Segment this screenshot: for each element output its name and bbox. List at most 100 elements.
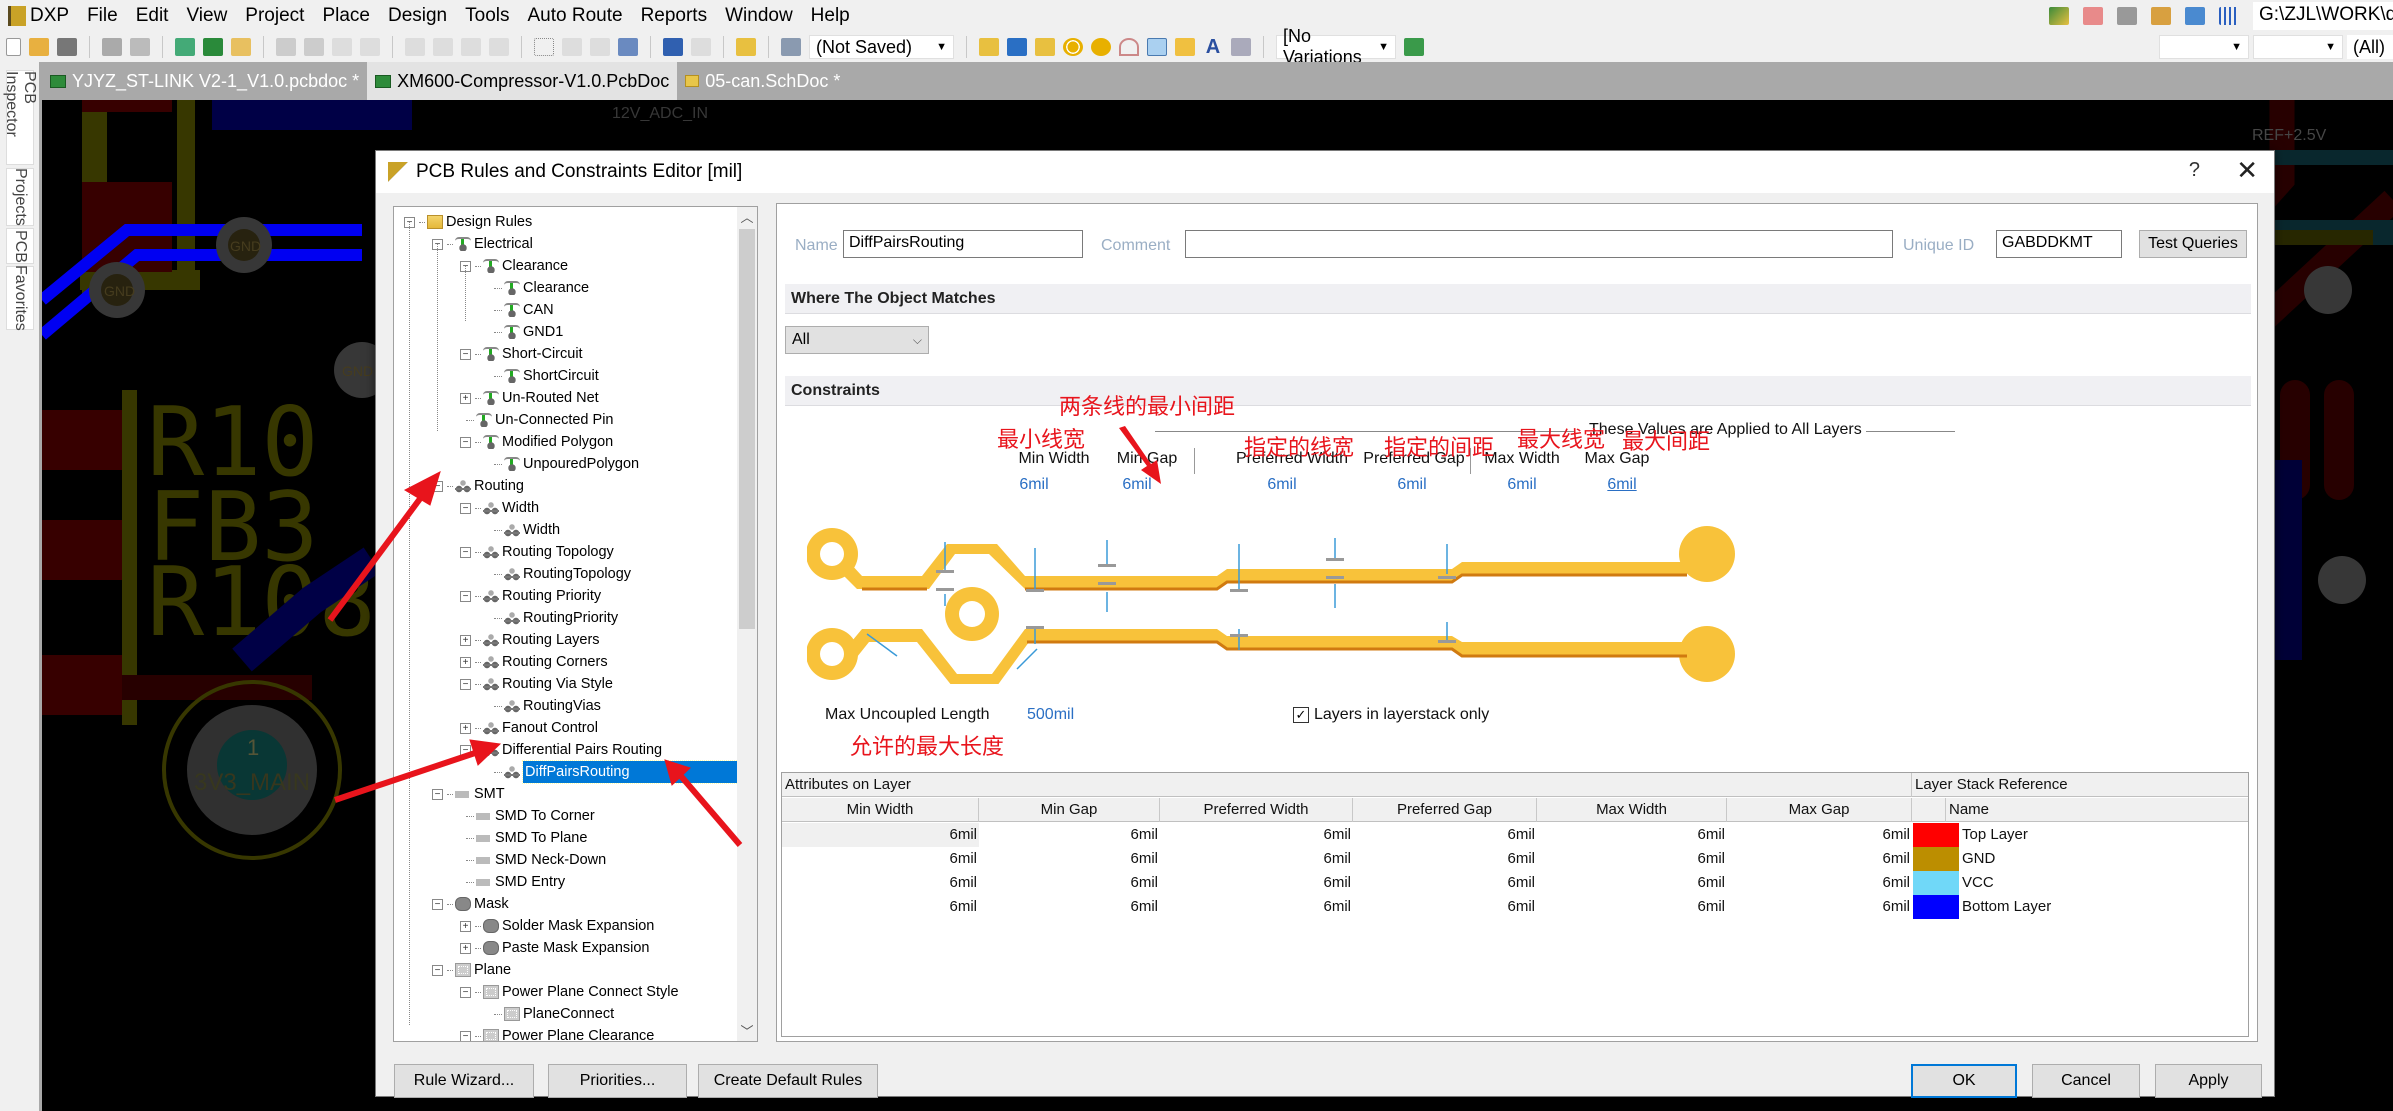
undo-icon[interactable] <box>663 38 683 56</box>
min-width-value[interactable]: 6mil <box>1009 476 1059 494</box>
tree-node[interactable]: ShortCircuit <box>494 365 599 387</box>
find-icon[interactable] <box>2117 7 2137 25</box>
tree-node[interactable]: − Routing Via Style <box>460 673 613 695</box>
multi-route-icon[interactable] <box>1035 38 1055 56</box>
tree-node[interactable]: − Modified Polygon <box>460 431 613 453</box>
tree-node[interactable]: RoutingPriority <box>494 607 618 629</box>
doc-tab-xm600[interactable]: XM600-Compressor-V1.0.PcbDoc <box>367 62 678 100</box>
menu-view[interactable]: View <box>177 5 236 27</box>
expand-icon[interactable]: + <box>460 942 471 954</box>
tree-node[interactable]: RoutingVias <box>494 695 601 717</box>
collapse-icon[interactable]: − <box>460 502 471 514</box>
tree-node[interactable]: − Clearance <box>460 255 568 277</box>
apply-button[interactable]: Apply <box>2155 1064 2262 1098</box>
tree-node[interactable]: SMD To Plane <box>466 827 587 849</box>
tree-node[interactable]: + Solder Mask Expansion <box>460 915 654 937</box>
component-icon[interactable] <box>1231 38 1251 56</box>
filter-combo-3[interactable]: (All) <box>2347 35 2393 59</box>
help-button[interactable]: ? <box>2189 159 2200 182</box>
col-min-width[interactable]: Min Width <box>782 798 979 822</box>
tree-node[interactable]: − Power Plane Connect Style <box>460 981 679 1003</box>
max-uncoupled-value[interactable]: 500mil <box>1027 706 1074 724</box>
deselect-icon[interactable] <box>590 38 610 56</box>
tree-node[interactable]: GND1 <box>494 321 563 343</box>
preferred-width-value[interactable]: 6mil <box>1257 476 1307 494</box>
doc-tab-can-sch[interactable]: 05-can.SchDoc * <box>677 62 848 100</box>
table-cell[interactable]: 6mil <box>979 871 1160 895</box>
rules-icon[interactable] <box>2049 7 2069 25</box>
tree-node[interactable]: − Short-Circuit <box>460 343 583 365</box>
table-row[interactable]: 6mil 6mil 6mil 6mil 6mil 6mil Bottom Layer <box>782 895 2248 919</box>
table-cell[interactable]: 6mil <box>1727 871 1912 895</box>
tree-node[interactable]: − SMT <box>432 783 505 805</box>
table-cell[interactable]: 6mil <box>1537 871 1727 895</box>
table-row[interactable]: 6mil 6mil 6mil 6mil 6mil 6mil Top Layer <box>782 823 2248 847</box>
table-cell[interactable]: 6mil <box>1353 895 1537 919</box>
expand-icon[interactable]: + <box>460 634 471 646</box>
tree-node[interactable]: SMD Entry <box>466 871 565 893</box>
menu-tools[interactable]: Tools <box>456 5 518 27</box>
collapse-icon[interactable]: − <box>460 436 471 448</box>
save-icon[interactable] <box>57 38 77 56</box>
tree-node[interactable]: Width <box>494 519 560 541</box>
copy-icon[interactable] <box>433 38 453 56</box>
col-max-width[interactable]: Max Width <box>1537 798 1727 822</box>
expand-icon[interactable]: + <box>460 656 471 668</box>
test-queries-button[interactable]: Test Queries <box>2139 230 2247 258</box>
col-max-gap[interactable]: Max Gap <box>1727 798 1912 822</box>
table-cell[interactable]: 6mil <box>782 847 979 871</box>
redo-icon[interactable] <box>691 38 711 56</box>
menu-auto-route[interactable]: Auto Route <box>518 5 631 27</box>
table-cell[interactable]: 6mil <box>1160 895 1353 919</box>
tree-node[interactable]: DiffPairsRouting <box>494 760 757 784</box>
table-cell[interactable]: 6mil <box>979 895 1160 919</box>
tree-scrollbar[interactable]: ︿ ﹀ <box>737 207 757 1041</box>
table-row[interactable]: 6mil 6mil 6mil 6mil 6mil 6mil VCC <box>782 871 2248 895</box>
menu-file[interactable]: File <box>78 5 127 27</box>
string-icon[interactable]: A <box>1203 37 1223 57</box>
tree-node[interactable]: RoutingTopology <box>494 563 631 585</box>
comment-input[interactable] <box>1185 230 1893 258</box>
tree-node[interactable]: − Power Plane Clearance <box>460 1025 654 1041</box>
zoom-area-icon[interactable] <box>304 38 324 56</box>
menu-place[interactable]: Place <box>313 5 379 27</box>
table-cell[interactable]: 6mil <box>1353 847 1537 871</box>
tree-node[interactable]: Un-Connected Pin <box>466 409 614 431</box>
arc-icon[interactable] <box>1119 38 1139 56</box>
tree-node[interactable]: − Routing Priority <box>460 585 601 607</box>
table-cell[interactable]: 6mil <box>1353 871 1537 895</box>
table-cell[interactable]: 6mil <box>1160 823 1353 847</box>
cancel-button[interactable]: Cancel <box>2032 1064 2140 1098</box>
menu-project[interactable]: Project <box>236 5 313 27</box>
table-cell[interactable]: 6mil <box>1727 895 1912 919</box>
polygon-icon[interactable] <box>1175 38 1195 56</box>
expand-icon[interactable]: + <box>460 920 471 932</box>
filter-combo-2[interactable]: ▼ <box>2253 35 2343 59</box>
create-default-rules-button[interactable]: Create Default Rules <box>698 1064 878 1098</box>
collapse-icon[interactable]: − <box>460 1030 471 1041</box>
zoom-filtered-icon[interactable] <box>360 38 380 56</box>
rule-name-input[interactable]: DiffPairsRouting <box>843 230 1083 258</box>
open-icon[interactable] <box>29 38 49 56</box>
tree-node[interactable]: − Differential Pairs Routing <box>460 739 662 761</box>
tree-node[interactable]: − Mask <box>432 893 509 915</box>
table-cell[interactable]: 6mil <box>1160 847 1353 871</box>
preferred-gap-value[interactable]: 6mil <box>1387 476 1437 494</box>
print-preview-icon[interactable] <box>130 38 150 56</box>
table-cell[interactable]: 6mil <box>782 823 979 847</box>
save-state-combo[interactable]: (Not Saved) ▼ <box>809 35 954 59</box>
interactive-route-icon[interactable] <box>979 38 999 56</box>
scroll-up-icon[interactable]: ︿ <box>737 207 757 227</box>
expand-icon[interactable]: + <box>460 722 471 734</box>
tree-node[interactable]: CAN <box>494 299 554 321</box>
table-cell[interactable]: 6mil <box>1353 823 1537 847</box>
tree-node[interactable]: + Paste Mask Expansion <box>460 937 650 959</box>
menu-help[interactable]: Help <box>802 5 859 27</box>
table-cell[interactable]: 6mil <box>1160 871 1353 895</box>
collapse-icon[interactable]: − <box>432 898 443 910</box>
collapse-icon[interactable]: − <box>432 480 443 492</box>
tree-node[interactable]: SMD To Corner <box>466 805 595 827</box>
table-cell[interactable]: 6mil <box>1727 847 1912 871</box>
tree-node[interactable]: + Routing Layers <box>460 629 600 651</box>
collapse-icon[interactable]: − <box>432 964 443 976</box>
